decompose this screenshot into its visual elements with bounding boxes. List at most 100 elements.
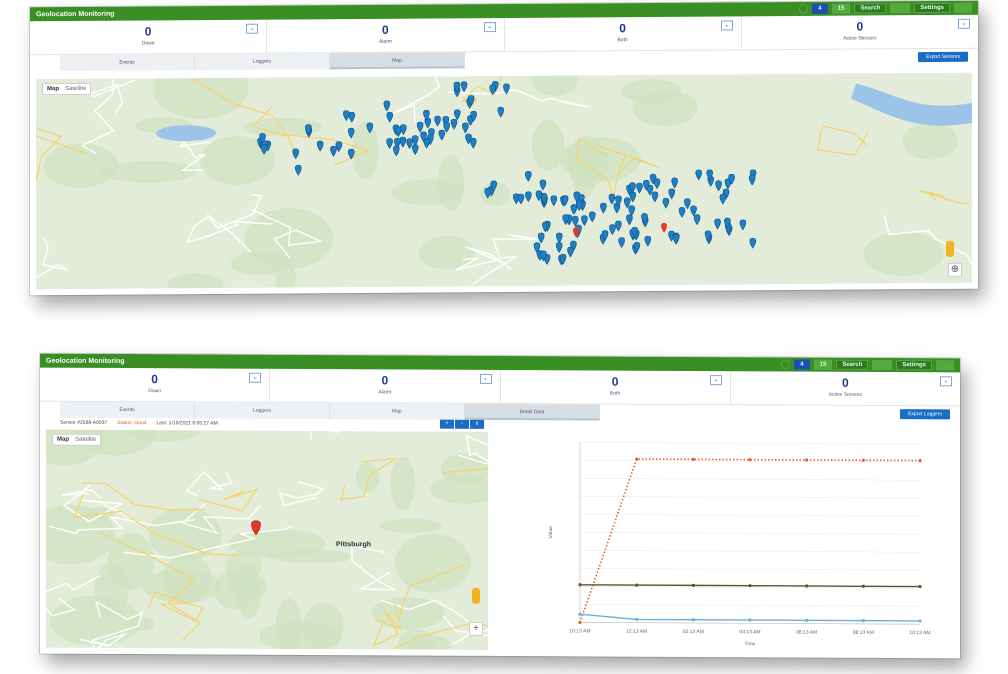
tab-loggers[interactable]: Loggers [195,402,330,420]
stat-value: 0 [842,375,849,390]
stat-label: Active Sensors [843,35,877,42]
map-type-toggle[interactable]: Map Satellite [42,82,92,96]
data-point [861,619,865,623]
data-point [691,618,695,622]
tab-loggers[interactable]: Loggers [195,53,330,71]
map-type-map[interactable]: Map [57,437,69,443]
data-point [805,584,809,588]
data-point [861,584,865,588]
map-view-screenshot: Geolocation Monitoring 4 15 Search Setti… [30,0,978,296]
grid-line [580,550,920,553]
grid-line [580,442,920,445]
stat-alarm[interactable]: 0 Alarm ⌄ [270,368,501,404]
header-control-2[interactable]: 15 [813,359,833,370]
stat-value: 0 [856,19,864,34]
stat-label: Both [617,37,628,44]
data-point [748,618,752,622]
chevron-down-icon[interactable]: ⌄ [483,22,496,33]
app-title: Geolocation Monitoring [46,357,125,365]
stat-label: Alarm [378,389,392,396]
data-point [691,583,695,587]
chevron-down-icon[interactable]: ⌄ [940,376,952,387]
grid-line [580,496,920,499]
stat-value: 0 [611,374,619,389]
header-control-6[interactable] [936,360,954,371]
park-area [148,507,222,561]
data-point [635,617,639,622]
gear-icon[interactable] [799,3,809,14]
data-point [691,457,695,461]
tab-detail-data[interactable]: Detail Data [465,403,600,421]
tab-map[interactable]: Map [330,52,465,70]
chevron-down-icon[interactable]: ⌄ [479,373,492,384]
stat-alarm[interactable]: 0 Alarm ⌄ [267,17,505,53]
pegman-icon[interactable] [946,240,954,257]
stat-value: 0 [382,22,389,37]
chevron-down-icon[interactable]: ⌄ [246,23,259,34]
chevron-down-icon[interactable]: ⌄ [720,20,733,31]
data-point [578,583,582,587]
chevron-down-icon[interactable]: ⌄ [709,375,722,386]
park-area [390,456,416,511]
header-search[interactable]: Search [836,359,869,370]
export-sensors-button[interactable]: Export Sensors [917,51,968,63]
tab-map[interactable]: Map [330,403,465,420]
zoom-out-button[interactable]: - [455,419,469,429]
tab-events[interactable]: Events [60,401,195,419]
stat-active[interactable]: 0 Active Sensors ⌄ [731,371,960,405]
stat-down[interactable]: 0 Down ⌄ [30,19,268,55]
map-type-map[interactable]: Map [47,86,59,92]
tab-events[interactable]: Events [60,54,195,72]
park-area [94,562,129,617]
zoom-control-icon[interactable]: + [469,621,483,636]
map-type-satellite[interactable]: Satellite [75,437,96,443]
y-axis-label: Value [548,526,554,539]
header-control-4[interactable] [872,359,893,371]
header-control-1[interactable]: 4 [812,3,828,14]
park-area [352,121,379,180]
gear-icon[interactable] [781,359,791,370]
data-point [748,584,752,588]
x-tick-label: 12:13 AM [626,629,647,635]
sensor-location-map[interactable]: Map Satellite Pittsburgh + [46,429,488,650]
data-point [918,458,922,463]
header-settings[interactable]: Settings [914,2,950,14]
header-search[interactable]: Search [854,3,887,14]
stat-label: Alarm [378,38,392,45]
sensor-map[interactable]: Map Satellite ⊕ [36,72,972,290]
grid-line [580,514,920,517]
stat-both[interactable]: 0 Both ⌄ [500,370,731,405]
stat-down[interactable]: 0 Down ⌄ [40,367,271,402]
header-control-4[interactable] [890,3,911,14]
stat-both[interactable]: 0 Both ⌄ [504,16,742,51]
header-control-6[interactable] [954,2,972,13]
header-settings[interactable]: Settings [896,360,932,371]
sensor-line-chart: 10:13 AM 12:13 AM 02:13 AM 04:13 AM 06:13 AM… [548,442,931,647]
export-loggers-button[interactable]: Export Loggers [900,409,950,420]
stat-value: 0 [144,24,152,39]
series-line [579,458,920,623]
tab-bar: Events Loggers Map Detail Data Export Lo… [40,401,960,423]
map-type-toggle[interactable]: Map Satellite [52,433,102,446]
close-map-button[interactable]: x [470,419,484,429]
chevron-down-icon[interactable]: ⌄ [249,372,262,383]
zoom-in-button[interactable]: + [440,419,454,429]
data-point [748,458,752,462]
detail-view-screenshot: Geolocation Monitoring 4 15 Search Setti… [40,353,960,659]
park-area [355,462,380,493]
chevron-down-icon[interactable]: ⌄ [958,18,970,29]
header-control-1[interactable]: 4 [794,359,810,370]
header-control-2[interactable]: 15 [831,3,851,14]
data-point [805,458,809,462]
data-point [918,619,922,623]
stats-bar: 0 Down ⌄ 0 Alarm ⌄ 0 Both ⌄ 0 Active Sensors ⌄ [40,367,960,407]
pegman-icon[interactable] [472,587,480,604]
park-area [531,119,565,171]
fullscreen-icon[interactable]: ⊕ [948,262,962,277]
x-tick-label: 06:13 AM [796,630,817,636]
map-type-satellite[interactable]: Satellite [65,86,86,92]
grid-line [580,478,920,481]
stat-active[interactable]: 0 Active Sensors ⌄ [742,15,978,50]
data-point [805,618,809,622]
x-tick-label: 10:13 AM [909,630,930,636]
